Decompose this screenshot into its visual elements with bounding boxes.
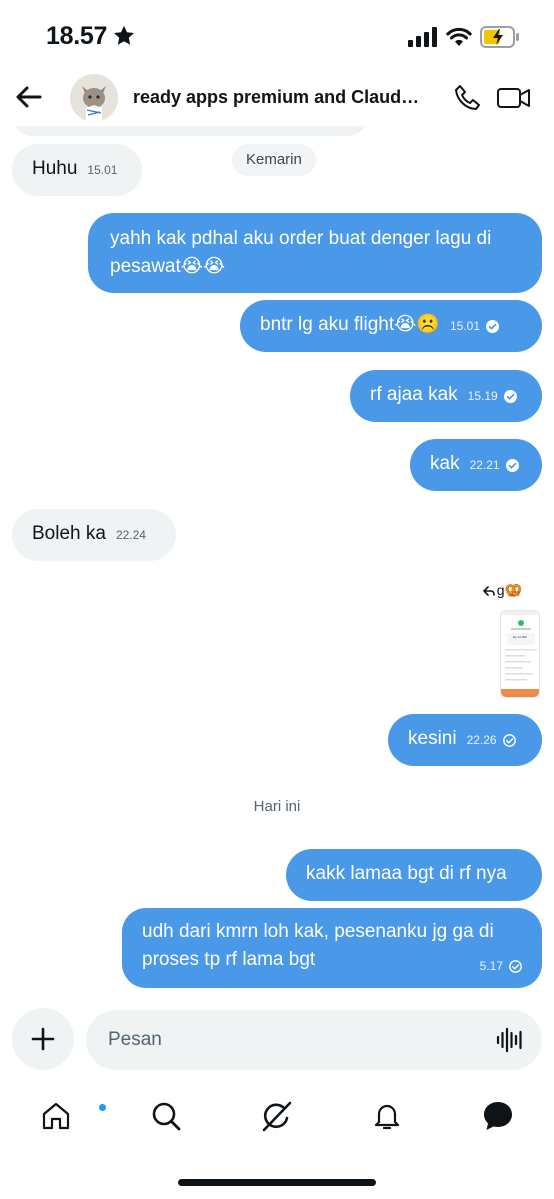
message-text: Boleh ka	[32, 523, 106, 544]
video-icon[interactable]	[496, 82, 532, 114]
screenshot-preview	[501, 611, 539, 697]
message-text: kesini	[408, 728, 457, 749]
message-text: kakk lamaa bgt di rf nya	[306, 863, 507, 884]
home-icon	[42, 1102, 70, 1130]
tab-notifications[interactable]	[367, 1096, 407, 1136]
message-time: 22.24	[115, 528, 146, 542]
voice-wave-icon[interactable]	[496, 1026, 524, 1054]
cat-avatar-image	[70, 74, 118, 122]
add-attachment-button[interactable]	[12, 1008, 74, 1070]
message-time: 15.01	[87, 163, 118, 177]
screenshot-amount: Rp 12.000	[513, 635, 527, 639]
tab-grok[interactable]	[257, 1096, 297, 1136]
avatar[interactable]	[70, 74, 118, 122]
message-bubble-outgoing[interactable]: udh dari kmrn loh kak, pesenanku jg ga d…	[122, 908, 542, 988]
message-bubble-incoming[interactable]: Huhu 15.01	[12, 144, 142, 196]
day-separator: Kemarin	[232, 144, 316, 176]
screenshot-attachment[interactable]: Rp 12.000	[500, 610, 540, 698]
message-bubble-outgoing[interactable]: kesini 22.26	[388, 714, 542, 766]
bottom-tab-bar	[0, 1086, 554, 1146]
home-indicator	[178, 1179, 376, 1186]
tab-search[interactable]	[146, 1096, 186, 1136]
chat-title[interactable]: ready apps premium and Claud…	[133, 87, 433, 108]
messages-icon	[484, 1102, 512, 1130]
message-text: kak	[430, 453, 460, 474]
message-bubble-outgoing[interactable]: rf ajaa kak 15.19	[350, 370, 542, 422]
message-composer	[0, 1008, 554, 1072]
reply-arrow-icon	[482, 585, 495, 596]
status-time: 18.57	[46, 22, 108, 50]
message-time: 15.01	[450, 319, 481, 333]
check-outline-icon	[509, 959, 522, 973]
message-bubble-incoming[interactable]: Boleh ka 22.24	[12, 509, 176, 561]
day-separator: Hari ini	[253, 798, 301, 815]
partial-message-bubble	[12, 126, 368, 136]
check-icon	[503, 389, 517, 403]
message-time: 5.17	[479, 959, 503, 973]
grok-icon	[262, 1101, 292, 1132]
phone-icon[interactable]	[452, 82, 484, 114]
reply-reference-text: g🥨	[496, 582, 522, 598]
check-icon	[505, 458, 519, 472]
message-text: yahh kak pdhal aku order buat denger lag…	[110, 228, 492, 277]
message-time: 22.26	[466, 733, 497, 747]
bell-icon	[374, 1104, 400, 1130]
check-icon	[486, 319, 500, 333]
tab-home[interactable]	[36, 1096, 107, 1136]
message-input-wrapper	[86, 1010, 542, 1070]
search-icon	[152, 1102, 181, 1131]
message-time: 15.19	[467, 389, 498, 403]
message-bubble-outgoing[interactable]: kakk lamaa bgt di rf nya	[286, 849, 542, 901]
plus-icon	[31, 1027, 55, 1051]
message-text: bntr lg aku flight😭☹️	[260, 314, 440, 335]
check-outline-icon	[502, 733, 516, 747]
wifi-icon	[446, 27, 472, 46]
tab-messages[interactable]	[478, 1096, 518, 1136]
star-icon	[114, 25, 134, 45]
message-bubble-outgoing[interactable]: kak 22.21	[410, 439, 542, 491]
chat-header: ready apps premium and Claud…	[0, 72, 554, 126]
message-bubble-outgoing[interactable]: bntr lg aku flight😭☹️ 15.01	[240, 300, 542, 352]
battery-charging-icon	[480, 26, 519, 48]
back-arrow-icon[interactable]	[12, 80, 46, 114]
message-text: rf ajaa kak	[370, 384, 458, 405]
message-time: 22.21	[469, 458, 500, 472]
message-input[interactable]	[108, 1010, 468, 1070]
status-icons	[408, 24, 520, 50]
message-text: Huhu	[32, 158, 78, 179]
reply-reference[interactable]: g🥨	[482, 582, 522, 599]
message-list[interactable]: Huhu 15.01 Kemarin yahh kak pdhal aku ord…	[0, 126, 554, 1004]
notification-dot	[98, 1103, 107, 1112]
message-bubble-outgoing[interactable]: yahh kak pdhal aku order buat denger lag…	[88, 213, 542, 293]
status-bar: 18.57	[0, 0, 554, 74]
signal-icon	[408, 27, 437, 47]
